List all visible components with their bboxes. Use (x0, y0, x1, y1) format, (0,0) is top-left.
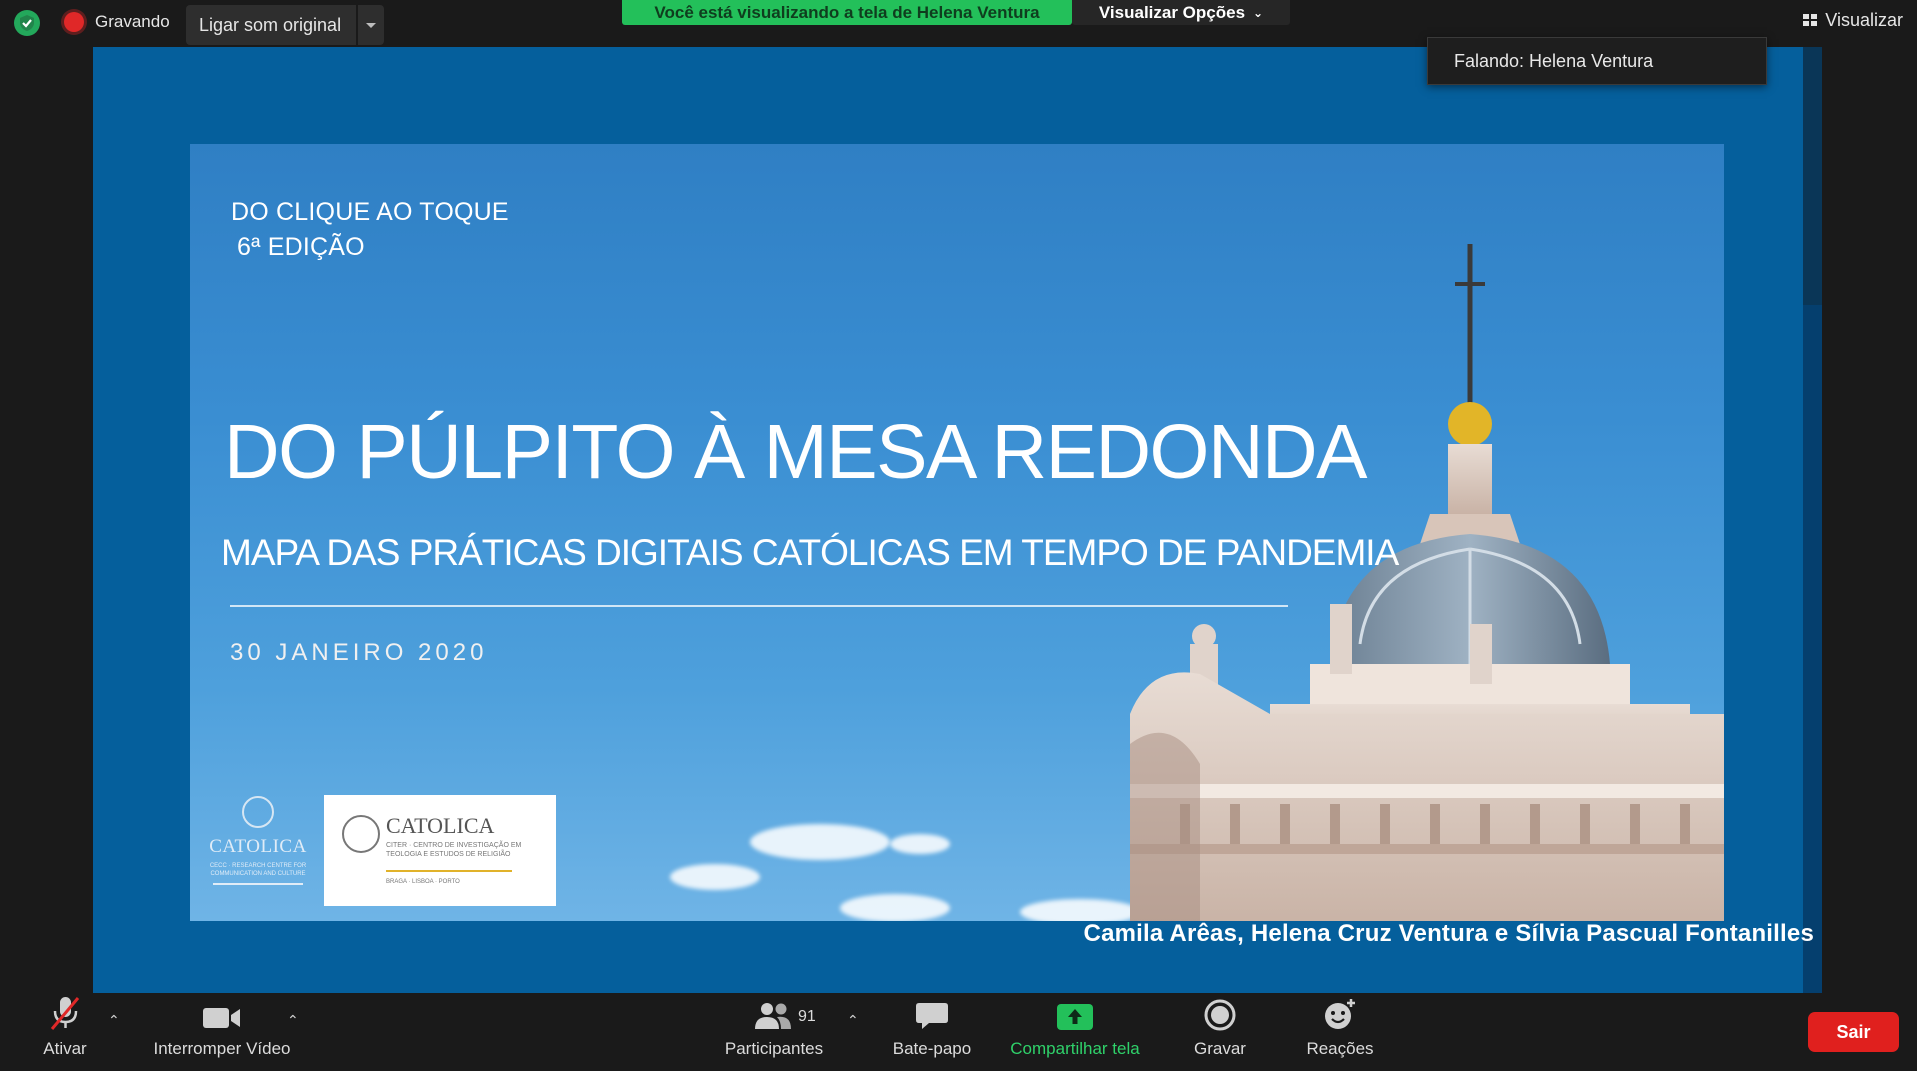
leave-meeting-button[interactable]: Sair (1808, 1012, 1899, 1052)
slide-divider (230, 605, 1288, 607)
stop-video-label: Interromper Vídeo (153, 1039, 291, 1058)
video-camera-icon (202, 993, 242, 1035)
logo2-cities: BRAGA · LISBOA · PORTO (386, 879, 460, 885)
catolica-citer-logo: CATOLICA CITER · CENTRO DE INVESTIGAÇÃO … (324, 795, 556, 906)
participants-options-caret-icon[interactable]: ⌃ (847, 1012, 859, 1029)
record-button[interactable]: Gravar (1180, 993, 1260, 1071)
record-label: Gravar (1194, 1039, 1246, 1058)
view-label: Visualizar (1825, 9, 1903, 30)
presentation-slide: DO CLIQUE AO TOQUE 6ª EDIÇÃO DO PÚLPITO … (190, 144, 1724, 921)
catolica-cecc-logo: CATOLICA CECC · RESEARCH CENTRE FOR COMM… (208, 796, 308, 906)
audio-options-caret-icon[interactable]: ⌃ (108, 1012, 120, 1029)
grid-view-icon (1803, 14, 1818, 26)
view-options-label: Visualizar Opções (1098, 2, 1246, 22)
unmute-button[interactable]: Ativar (30, 993, 100, 1071)
recording-icon[interactable] (64, 12, 84, 32)
kicker-line-2: 6ª EDIÇÃO (237, 233, 365, 261)
microphone-muted-icon (48, 993, 82, 1035)
basilica-dome-image (1130, 244, 1724, 921)
share-screen-label: Compartilhar tela (1010, 1039, 1140, 1058)
slide-date: 30 JANEIRO 2020 (230, 639, 488, 666)
cloud (750, 824, 890, 860)
slide-kicker: DO CLIQUE AO TOQUE 6ª EDIÇÃO (231, 195, 509, 265)
original-sound-button[interactable]: Ligar som original (186, 5, 356, 45)
share-screen-button[interactable]: Compartilhar tela (996, 993, 1154, 1071)
scrollbar-thumb[interactable] (1803, 47, 1822, 305)
seal-icon (342, 815, 380, 853)
screen-share-banner: Você está visualizando a tela de Helena … (622, 0, 1072, 25)
reaction-emoji-icon (1323, 993, 1357, 1035)
reactions-button[interactable]: Reações (1294, 993, 1386, 1071)
slide-title: DO PÚLPITO À MESA REDONDA (224, 409, 1368, 495)
participants-icon (753, 993, 795, 1035)
cloud (670, 864, 760, 890)
logo1-name: CATOLICA (209, 836, 307, 857)
chevron-down-icon: ⌄ (1253, 5, 1264, 20)
security-shield-icon[interactable] (14, 10, 40, 36)
unmute-label: Ativar (43, 1039, 87, 1058)
logo1-tagline: CECC · RESEARCH CENTRE FOR COMMUNICATION… (209, 863, 307, 877)
chat-bubble-icon (915, 993, 949, 1035)
view-options-button[interactable]: Visualizar Opções ⌄ (1072, 0, 1290, 25)
chat-label: Bate-papo (892, 1039, 972, 1058)
logo2-tagline: CITER · CENTRO DE INVESTIGAÇÃO EM TEOLOG… (386, 842, 522, 858)
logo2-rule (386, 870, 512, 872)
recording-label: Gravando (95, 12, 170, 31)
logo2-name: CATOLICA (386, 813, 495, 838)
record-icon (1204, 993, 1236, 1035)
seal-icon (242, 796, 274, 828)
participants-button[interactable]: Participantes (716, 993, 832, 1071)
reactions-label: Reações (1306, 1039, 1374, 1058)
view-button[interactable]: Visualizar (1803, 6, 1903, 34)
stop-video-button[interactable]: Interromper Vídeo (140, 993, 304, 1071)
logo1-rule (213, 883, 303, 885)
participants-count: 91 (798, 1008, 816, 1025)
cloud (890, 834, 950, 854)
cloud (840, 894, 950, 921)
kicker-line-1: DO CLIQUE AO TOQUE (231, 198, 509, 226)
slide-subtitle: MAPA DAS PRÁTICAS DIGITAIS CATÓLICAS EM … (221, 532, 1399, 573)
video-options-caret-icon[interactable]: ⌃ (287, 1012, 299, 1029)
slide-credits: Camila Arêas, Helena Cruz Ventura e Sílv… (1083, 920, 1814, 947)
participants-label: Participantes (724, 1039, 824, 1058)
share-screen-icon (1056, 993, 1094, 1035)
original-sound-dropdown-icon[interactable] (358, 5, 384, 45)
active-speaker-indicator: Falando: Helena Ventura (1427, 37, 1767, 85)
chat-button[interactable]: Bate-papo (882, 993, 982, 1071)
